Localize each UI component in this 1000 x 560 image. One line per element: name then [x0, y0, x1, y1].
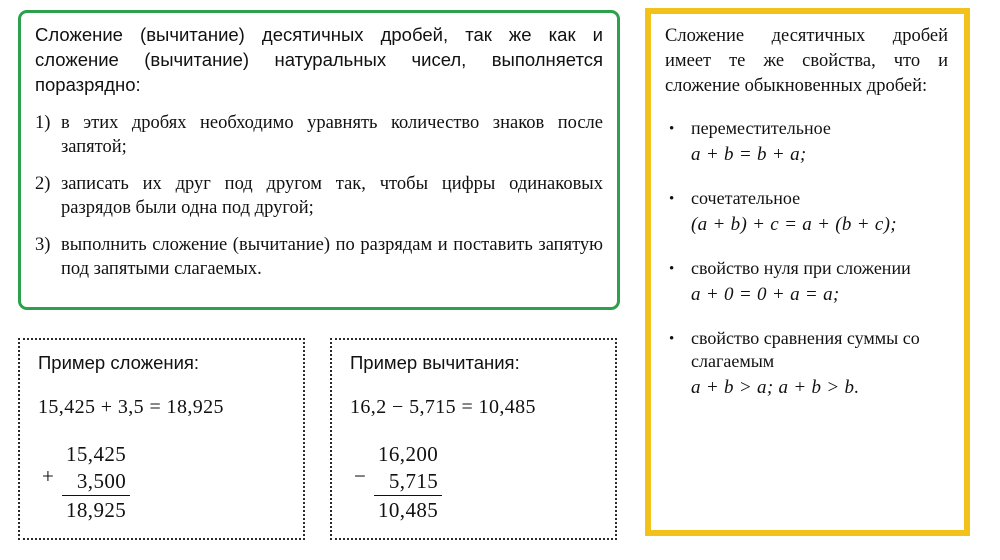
- property-label: свойство сравнения суммы со слагаемым: [691, 328, 920, 371]
- rule-item-text: в этих дробях необходимо уравнять количе…: [61, 113, 603, 157]
- calc-operand-top: 15,425: [66, 442, 127, 466]
- rule-box: Сложение (вычитание) десятичных дробей, …: [18, 10, 620, 310]
- rule-item-marker: 2): [35, 174, 51, 194]
- rule-intro-text: Сложение (вычитание) десятичных дробей, …: [35, 24, 603, 95]
- bullet-icon: •: [669, 121, 675, 137]
- property-body: свойство нуля при сложении a + 0 = 0 + a…: [691, 257, 948, 308]
- calc-result: 18,925: [62, 495, 131, 524]
- rule-list-item: 1) в этих дробях необходимо уравнять кол…: [35, 111, 603, 159]
- calc-result: 10,485: [374, 495, 443, 524]
- rule-item-marker: 1): [35, 113, 51, 133]
- property-label: сочетательное: [691, 188, 801, 208]
- bullet-icon: •: [669, 331, 675, 347]
- rule-item-marker: 3): [35, 235, 51, 255]
- property-list-item: • свойство нуля при сложении a + 0 = 0 +…: [665, 257, 948, 308]
- addition-example-box: Пример сложения: 15,425 + 3,5 = 18,925 +…: [18, 338, 305, 540]
- rule-list-item: 2) записать их друг под другом так, чтоб…: [35, 172, 603, 220]
- property-list-item: • сочетательное (a + b) + c = a + (b + c…: [665, 187, 948, 238]
- properties-header-text: Сложение десятичных дробей имеет те же с…: [665, 26, 948, 96]
- subtraction-example-box: Пример вычитания: 16,2 − 5,715 = 10,485 …: [330, 338, 617, 540]
- property-list-item: • переместительное a + b = b + a;: [665, 117, 948, 168]
- calc-number-stack: 16,200 5,715 10,485: [374, 441, 443, 524]
- property-formula: a + b = b + a;: [691, 144, 807, 165]
- example-equation: 15,425 + 3,5 = 18,925: [38, 396, 224, 418]
- rule-list-item: 3) выполнить сложение (вычитание) по раз…: [35, 233, 603, 281]
- bullet-icon: •: [669, 261, 675, 277]
- property-list-item: • свойство сравнения суммы со слагаемым …: [665, 327, 948, 401]
- calc-operator-sign: +: [42, 464, 54, 488]
- column-calculation: − 16,200 5,715 10,485: [354, 441, 599, 524]
- property-formula: a + b > a; a + b > b.: [691, 377, 860, 398]
- calc-operand-top: 16,200: [378, 442, 439, 466]
- property-label: свойство нуля при сложении: [691, 258, 911, 278]
- property-body: свойство сравнения суммы со слагаемым a …: [691, 327, 948, 401]
- column-calculation: + 15,425 3,500 18,925: [42, 441, 287, 524]
- example-title: Пример сложения:: [38, 352, 200, 373]
- example-title: Пример вычитания:: [350, 352, 520, 373]
- rule-item-text: выполнить сложение (вычитание) по разряд…: [61, 235, 603, 279]
- property-formula: (a + b) + c = a + (b + c);: [691, 214, 897, 235]
- properties-panel: Сложение десятичных дробей имеет те же с…: [645, 8, 970, 536]
- rule-item-text: записать их друг под другом так, чтобы ц…: [61, 174, 603, 218]
- property-formula: a + 0 = 0 + a = a;: [691, 284, 840, 305]
- property-body: переместительное a + b = b + a;: [691, 117, 948, 168]
- calc-operand-bottom: 5,715: [388, 469, 439, 493]
- property-body: сочетательное (a + b) + c = a + (b + c);: [691, 187, 948, 238]
- property-label: переместительное: [691, 118, 831, 138]
- bullet-icon: •: [669, 191, 675, 207]
- example-equation: 16,2 − 5,715 = 10,485: [350, 396, 536, 418]
- calc-number-stack: 15,425 3,500 18,925: [62, 441, 131, 524]
- calc-operand-bottom: 3,500: [76, 469, 127, 493]
- calc-operator-sign: −: [354, 464, 366, 488]
